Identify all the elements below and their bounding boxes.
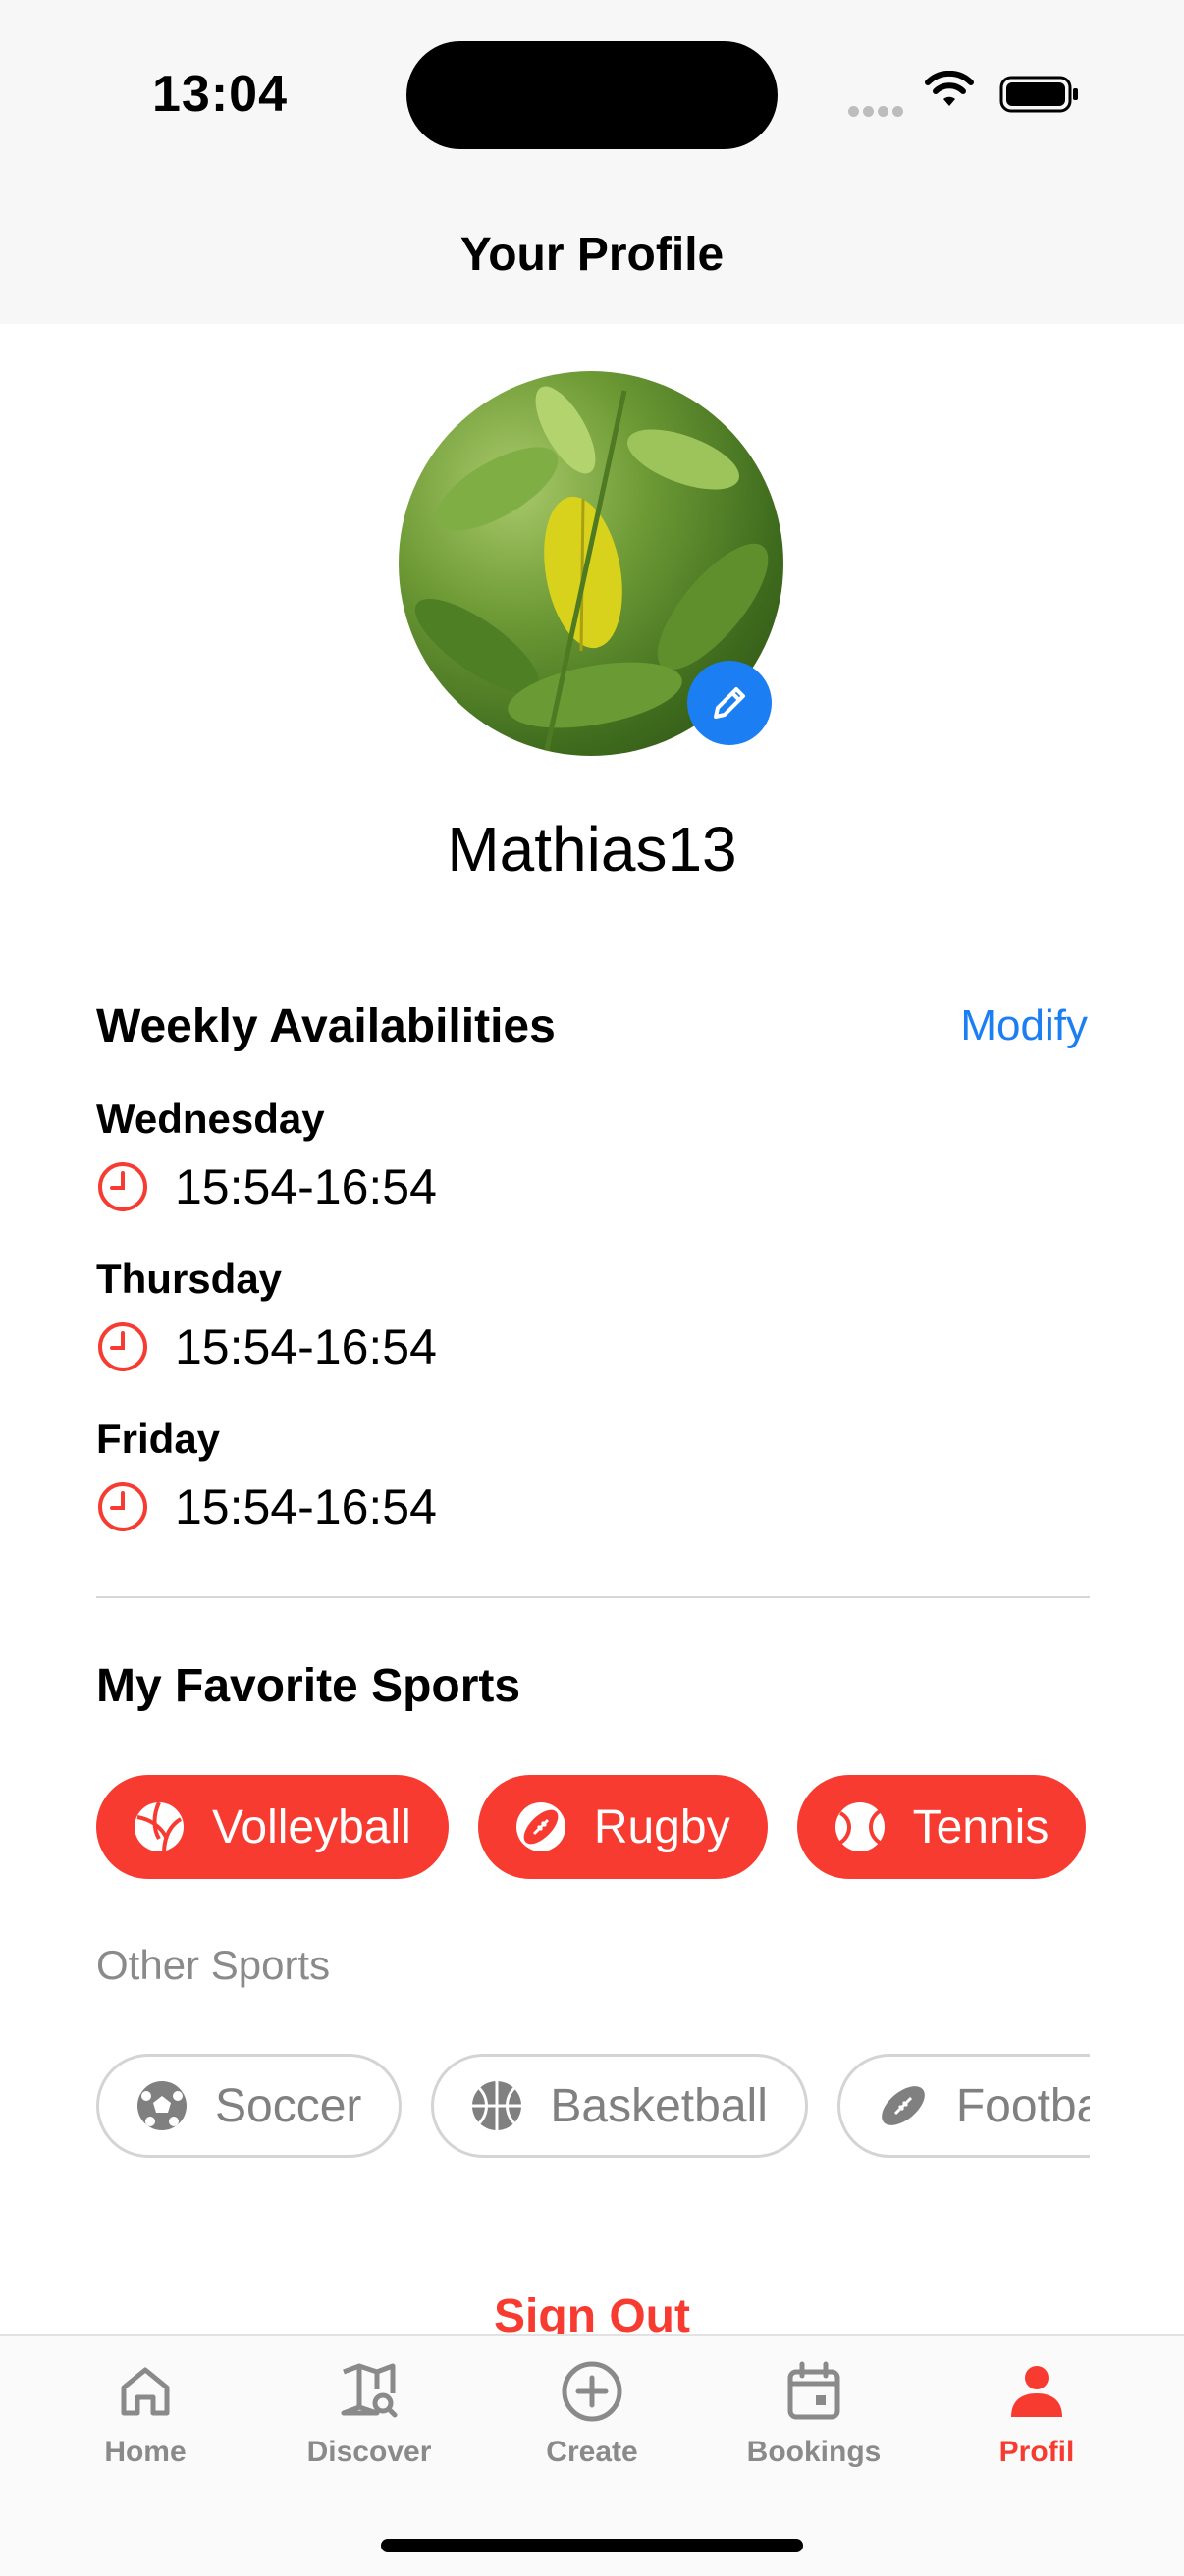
tab-label: Profil bbox=[998, 2436, 1075, 2468]
sport-chip-tennis[interactable]: Tennis bbox=[796, 1775, 1087, 1879]
other-sports-list: Soccer Basketball Football bbox=[96, 2054, 1090, 2158]
clock-icon bbox=[98, 1162, 147, 1211]
time-slot: 15:54-16:54 bbox=[96, 1318, 437, 1375]
rugby-ball-icon bbox=[513, 1799, 568, 1854]
sport-chip-label: Tennis bbox=[912, 1800, 1049, 1853]
tab-profil[interactable]: Profil bbox=[939, 2360, 1135, 2469]
status-bar: 13:04 Your Profile bbox=[0, 0, 1184, 324]
status-time: 13:04 bbox=[152, 66, 288, 123]
person-icon bbox=[1011, 2366, 1062, 2417]
sport-chip-label: Rugby bbox=[593, 1800, 730, 1853]
time-range: 15:54-16:54 bbox=[175, 1479, 437, 1534]
plus-circle-icon bbox=[562, 2361, 622, 2422]
time-slot: 15:54-16:54 bbox=[96, 1158, 437, 1215]
dynamic-island bbox=[406, 41, 778, 149]
sport-chip-football[interactable]: Football bbox=[836, 2054, 1090, 2158]
tennis-ball-icon bbox=[833, 1799, 888, 1854]
calendar-icon bbox=[787, 2361, 840, 2420]
section-divider bbox=[96, 1596, 1090, 1598]
tab-home[interactable]: Home bbox=[47, 2360, 243, 2469]
time-range: 15:54-16:54 bbox=[175, 1159, 437, 1214]
time-slot: 15:54-16:54 bbox=[96, 1478, 437, 1535]
day-label: Wednesday bbox=[96, 1096, 325, 1142]
sport-chip-label: Volleyball bbox=[212, 1800, 411, 1853]
clock-icon bbox=[98, 1482, 147, 1531]
time-range: 15:54-16:54 bbox=[175, 1319, 437, 1374]
tab-label: Bookings bbox=[746, 2436, 882, 2468]
volleyball-icon bbox=[132, 1799, 187, 1854]
sport-chip-label: Basketball bbox=[550, 2079, 768, 2132]
sport-chip-label: Football bbox=[955, 2079, 1090, 2132]
favorite-sports-list: Volleyball Rugby Tennis bbox=[96, 1775, 1090, 1879]
sport-chip-label: Soccer bbox=[215, 2079, 362, 2132]
day-label: Thursday bbox=[96, 1256, 283, 1302]
soccer-ball-icon bbox=[135, 2078, 189, 2133]
sport-chip-basketball[interactable]: Basketball bbox=[431, 2054, 808, 2158]
sport-chip-rugby[interactable]: Rugby bbox=[477, 1775, 768, 1879]
house-icon bbox=[121, 2367, 170, 2416]
wifi-icon bbox=[925, 71, 974, 106]
cellular-signal-icon bbox=[848, 104, 907, 122]
pencil-icon bbox=[714, 687, 745, 719]
american-football-icon bbox=[876, 2078, 931, 2133]
favorite-sports-title: My Favorite Sports bbox=[96, 1660, 521, 1712]
page-title: Your Profile bbox=[459, 229, 725, 281]
tab-create[interactable]: Create bbox=[494, 2360, 690, 2469]
sport-chip-soccer[interactable]: Soccer bbox=[96, 2054, 403, 2158]
sport-chip-volleyball[interactable]: Volleyball bbox=[96, 1775, 449, 1879]
clock-icon bbox=[98, 1322, 147, 1371]
availability-title: Weekly Availabilities bbox=[96, 1000, 556, 1052]
other-sports-label: Other Sports bbox=[96, 1942, 331, 1988]
battery-icon bbox=[999, 76, 1078, 113]
username: Mathias13 bbox=[447, 814, 737, 885]
tab-discover[interactable]: Discover bbox=[271, 2360, 467, 2469]
tab-label: Create bbox=[546, 2436, 638, 2468]
edit-avatar-button[interactable] bbox=[687, 661, 772, 745]
tab-label: Discover bbox=[306, 2436, 432, 2468]
tab-bookings[interactable]: Bookings bbox=[716, 2360, 912, 2469]
basketball-icon bbox=[469, 2078, 524, 2133]
home-indicator[interactable] bbox=[381, 2539, 803, 2552]
modify-availability-button[interactable]: Modify bbox=[960, 1001, 1088, 1050]
tab-label: Home bbox=[104, 2436, 187, 2468]
day-label: Friday bbox=[96, 1416, 221, 1462]
map-search-icon bbox=[341, 2363, 398, 2418]
